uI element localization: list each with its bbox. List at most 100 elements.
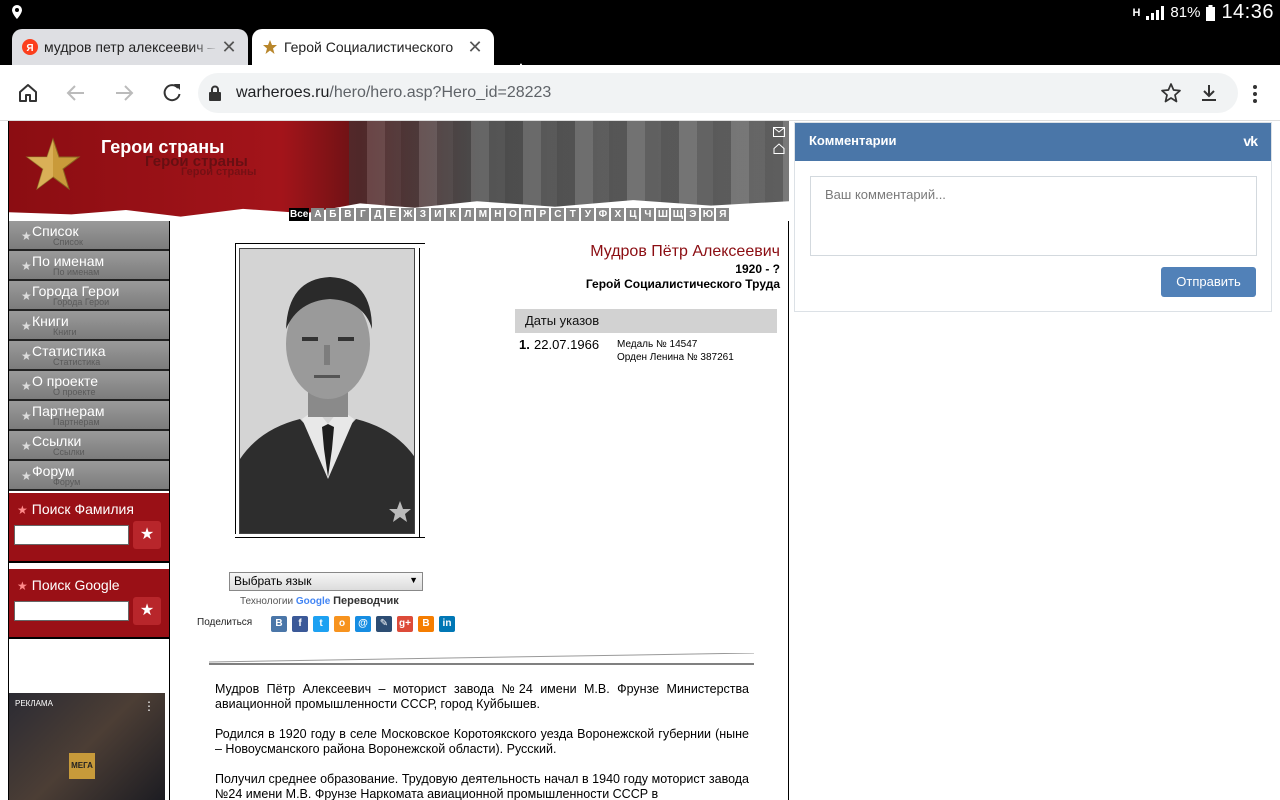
close-tab-icon[interactable]: ✕ [218,37,240,58]
alphabet-letter[interactable]: Г [356,208,370,221]
hero-title: Герой Социалистического Труда [585,277,780,291]
send-comment-button[interactable]: Отправить [1161,267,1256,297]
google-search-label: Поиск Google [31,577,120,593]
site-banner: Герои страны Герои страны Герои страны [9,121,789,221]
alphabet-letter[interactable]: Т [566,208,580,221]
reload-icon [163,84,181,102]
livejournal-icon[interactable]: ✎ [376,616,392,632]
comment-input[interactable] [810,176,1257,256]
tab-title: мудров петр алексеевич – [44,39,216,55]
alphabet-letter[interactable]: И [431,208,445,221]
alphabet-letter[interactable]: С [551,208,565,221]
vk-comments-title: Комментарии [809,133,897,148]
twitter-icon[interactable]: t [313,616,329,632]
bio-paragraph: Мудров Пётр Алексеевич – моторист завода… [215,682,749,711]
facebook-icon[interactable]: f [292,616,308,632]
url-text: warheroes.ru/hero/hero.asp?Hero_id=28223 [236,84,551,102]
google-search-button[interactable]: ★ [133,597,161,625]
translator-label: Переводчик [333,595,399,607]
mailru-icon[interactable]: @ [355,616,371,632]
alphabet-letter[interactable]: З [416,208,430,221]
home-button[interactable] [14,79,42,107]
nav-item[interactable]: ★ По именам По именам [9,251,169,281]
address-bar[interactable]: warheroes.ru/hero/hero.asp?Hero_id=28223 [198,73,1238,113]
dropdown-arrow-icon: ▼ [409,575,418,585]
more-menu-icon[interactable] [1243,82,1267,106]
decree-number: 1. [519,337,530,352]
alphabet-letter[interactable]: Х [611,208,625,221]
star-icon [263,40,277,54]
odnoklassniki-icon[interactable]: о [334,616,350,632]
googleplus-icon[interactable]: g+ [397,616,413,632]
nav-item[interactable]: ★ Партнерам Партнерам [9,401,169,431]
section-rule [209,653,754,665]
alphabet-letter[interactable]: Все [289,208,310,221]
vkontakte-icon[interactable]: В [271,616,287,632]
nav-item[interactable]: ★ Статистика Статистика [9,341,169,371]
alphabet-letter[interactable]: Н [491,208,505,221]
linkedin-icon[interactable]: in [439,616,455,632]
arrow-right-icon [116,85,134,101]
nav-item-shadow: Партнерам [53,417,100,427]
close-tab-icon[interactable]: ✕ [464,37,486,58]
nav-item[interactable]: ★ Города Герои Города Герои [9,281,169,311]
alphabet-letter[interactable]: Р [536,208,550,221]
clock: 14:36 [1221,1,1274,23]
column-divider [169,221,170,800]
language-select[interactable]: Выбрать язык ▼ [229,572,423,591]
nav-item[interactable]: ★ Ссылки Ссылки [9,431,169,461]
tab-hero-page[interactable]: Герой Социалистического ✕ [252,29,494,65]
reload-button[interactable] [158,79,186,107]
mail-icon[interactable] [773,127,785,137]
star-icon: ★ [21,379,32,393]
google-search-input[interactable] [14,601,129,621]
alphabet-letter[interactable]: Щ [671,208,685,221]
warheroes-site: Герои страны Герои страны Герои страны В… [8,121,789,800]
alphabet-letter[interactable]: А [311,208,325,221]
surname-search-input[interactable] [14,525,129,545]
alphabet-letter[interactable]: Б [326,208,340,221]
nav-item[interactable]: ★ Форум Форум [9,461,169,491]
alphabet-letter[interactable]: П [521,208,535,221]
alphabet-letter[interactable]: Ю [701,208,715,221]
alphabet-letter[interactable]: Ч [641,208,655,221]
bio-paragraph: Родился в 1920 году в селе Московское Ко… [215,727,749,756]
browser-toolbar: warheroes.ru/hero/hero.asp?Hero_id=28223 [0,65,1280,121]
hero-photo [239,248,415,534]
alphabet-letter[interactable]: Е [386,208,400,221]
nav-item-shadow: Форум [53,477,81,487]
frame-line [419,248,420,538]
alphabet-letter[interactable]: М [476,208,490,221]
share-label: Поделиться [197,617,253,628]
alphabet-letter[interactable]: Д [371,208,385,221]
powered-by: Технологии [240,596,294,607]
forward-button[interactable] [110,79,138,107]
nav-item[interactable]: ★ О проекте О проекте [9,371,169,401]
blogger-icon[interactable]: B [418,616,434,632]
alphabet-letter[interactable]: К [446,208,460,221]
google-translate-credit[interactable]: Технологии Google Переводчик [240,595,399,607]
bookmark-star-icon[interactable] [1160,82,1182,104]
surname-search-box: ★ Поиск Фамилия ★ [9,493,169,563]
alphabet-letter[interactable]: Я [716,208,730,221]
alphabet-letter[interactable]: Ш [656,208,670,221]
nav-item[interactable]: ★ Список Список [9,221,169,251]
tab-search-result[interactable]: Я мудров петр алексеевич – ✕ [12,29,248,65]
download-icon[interactable] [1198,82,1220,104]
surname-search-button[interactable]: ★ [133,521,161,549]
alphabet-letter[interactable]: У [581,208,595,221]
alphabet-letter[interactable]: Л [461,208,475,221]
nav-item-shadow: О проекте [53,387,96,397]
ad-menu-icon[interactable]: ⋮ [143,699,155,713]
vk-logo-icon[interactable]: vk [1243,133,1258,149]
alphabet-letter[interactable]: Э [686,208,700,221]
alphabet-letter[interactable]: О [506,208,520,221]
alphabet-letter[interactable]: Ж [401,208,415,221]
back-button[interactable] [62,79,90,107]
alphabet-letter[interactable]: Ф [596,208,610,221]
home-icon[interactable] [773,143,785,154]
advertisement[interactable]: РЕКЛАМА ⋮ МЕГА [9,693,165,800]
nav-item[interactable]: ★ Книги Книги [9,311,169,341]
alphabet-letter[interactable]: Ц [626,208,640,221]
alphabet-letter[interactable]: В [341,208,355,221]
